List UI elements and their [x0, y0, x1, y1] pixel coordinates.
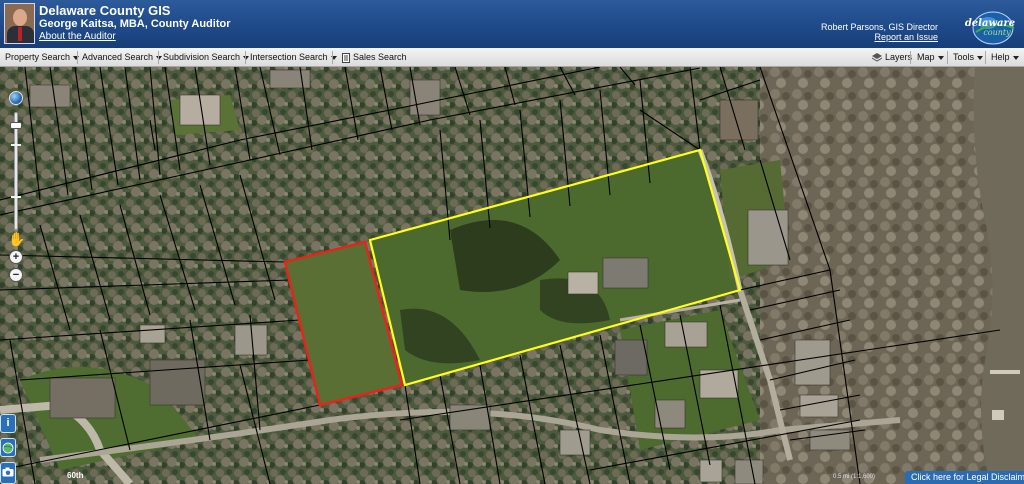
advanced-search-menu[interactable]: Advanced Search [78, 48, 166, 67]
report-issue-link[interactable]: Report an Issue [821, 32, 938, 42]
legal-disclaimer-link[interactable]: Click here for Legal Disclaimer [905, 471, 1024, 484]
chevron-down-icon [977, 55, 984, 60]
help-menu-label: Help [991, 52, 1010, 62]
layers-label: Layers [885, 52, 913, 62]
chevron-down-icon [1012, 55, 1019, 60]
layers-button[interactable]: Layers [868, 48, 916, 67]
camera-icon [2, 467, 14, 477]
pan-hand-icon[interactable]: ✋ [8, 231, 25, 247]
app-header: Delaware County GIS George Kaitsa, MBA, … [0, 0, 1024, 48]
main-toolbar: Property Search Advanced Search Subdivis… [0, 48, 1024, 67]
zoom-tick [11, 144, 21, 146]
info-button[interactable]: i [0, 414, 16, 433]
map-menu[interactable]: Map [913, 48, 948, 67]
subdivision-search-menu[interactable]: Subdivision Search [159, 48, 253, 67]
help-menu[interactable]: Help [987, 48, 1023, 67]
globe-icon[interactable] [9, 91, 23, 105]
intersection-search-menu[interactable]: Intersection Search [246, 48, 341, 67]
sales-search-label: Sales Search [353, 52, 407, 62]
sales-search-button[interactable]: Sales Search [338, 48, 411, 67]
director-text: Robert Parsons, GIS Director [820, 22, 938, 32]
zoom-out-button[interactable]: − [9, 268, 23, 282]
property-search-label: Property Search [5, 52, 71, 62]
chevron-down-icon [937, 55, 944, 60]
road-label: 60th [67, 471, 84, 480]
aerial-map-canvas[interactable] [0, 67, 1024, 484]
intersection-search-label: Intersection Search [250, 52, 328, 62]
property-search-menu[interactable]: Property Search [1, 48, 83, 67]
zoom-in-button[interactable]: + [9, 250, 23, 264]
advanced-search-label: Advanced Search [82, 52, 154, 62]
delaware-county-logo-icon: delaware county [965, 11, 1015, 45]
tools-menu-label: Tools [953, 52, 975, 62]
zoom-slider-handle[interactable] [10, 122, 22, 129]
layers-icon [872, 53, 882, 62]
zoom-slider-track[interactable] [14, 112, 18, 230]
map-menu-label: Map [917, 52, 935, 62]
camera-button[interactable] [0, 462, 16, 484]
globe-view-button[interactable] [0, 438, 16, 457]
auditor-photo [4, 3, 35, 44]
logo-text-bottom: county [983, 28, 1011, 37]
document-icon [342, 52, 350, 63]
aerial-map-viewport[interactable] [0, 67, 1024, 484]
info-icon: i [6, 417, 10, 429]
subdivision-search-label: Subdivision Search [163, 52, 241, 62]
scale-text: 0.5 mi (1:1,600) [833, 474, 876, 480]
app-title: Delaware County GIS [39, 3, 171, 18]
world-icon [2, 442, 14, 454]
zoom-tick [11, 196, 21, 198]
tools-menu[interactable]: Tools [949, 48, 987, 67]
app-subtitle: George Kaitsa, MBA, County Auditor [39, 18, 231, 30]
about-auditor-link[interactable]: About the Auditor [39, 31, 116, 42]
header-credits: Robert Parsons, GIS Director Report an I… [821, 22, 938, 42]
